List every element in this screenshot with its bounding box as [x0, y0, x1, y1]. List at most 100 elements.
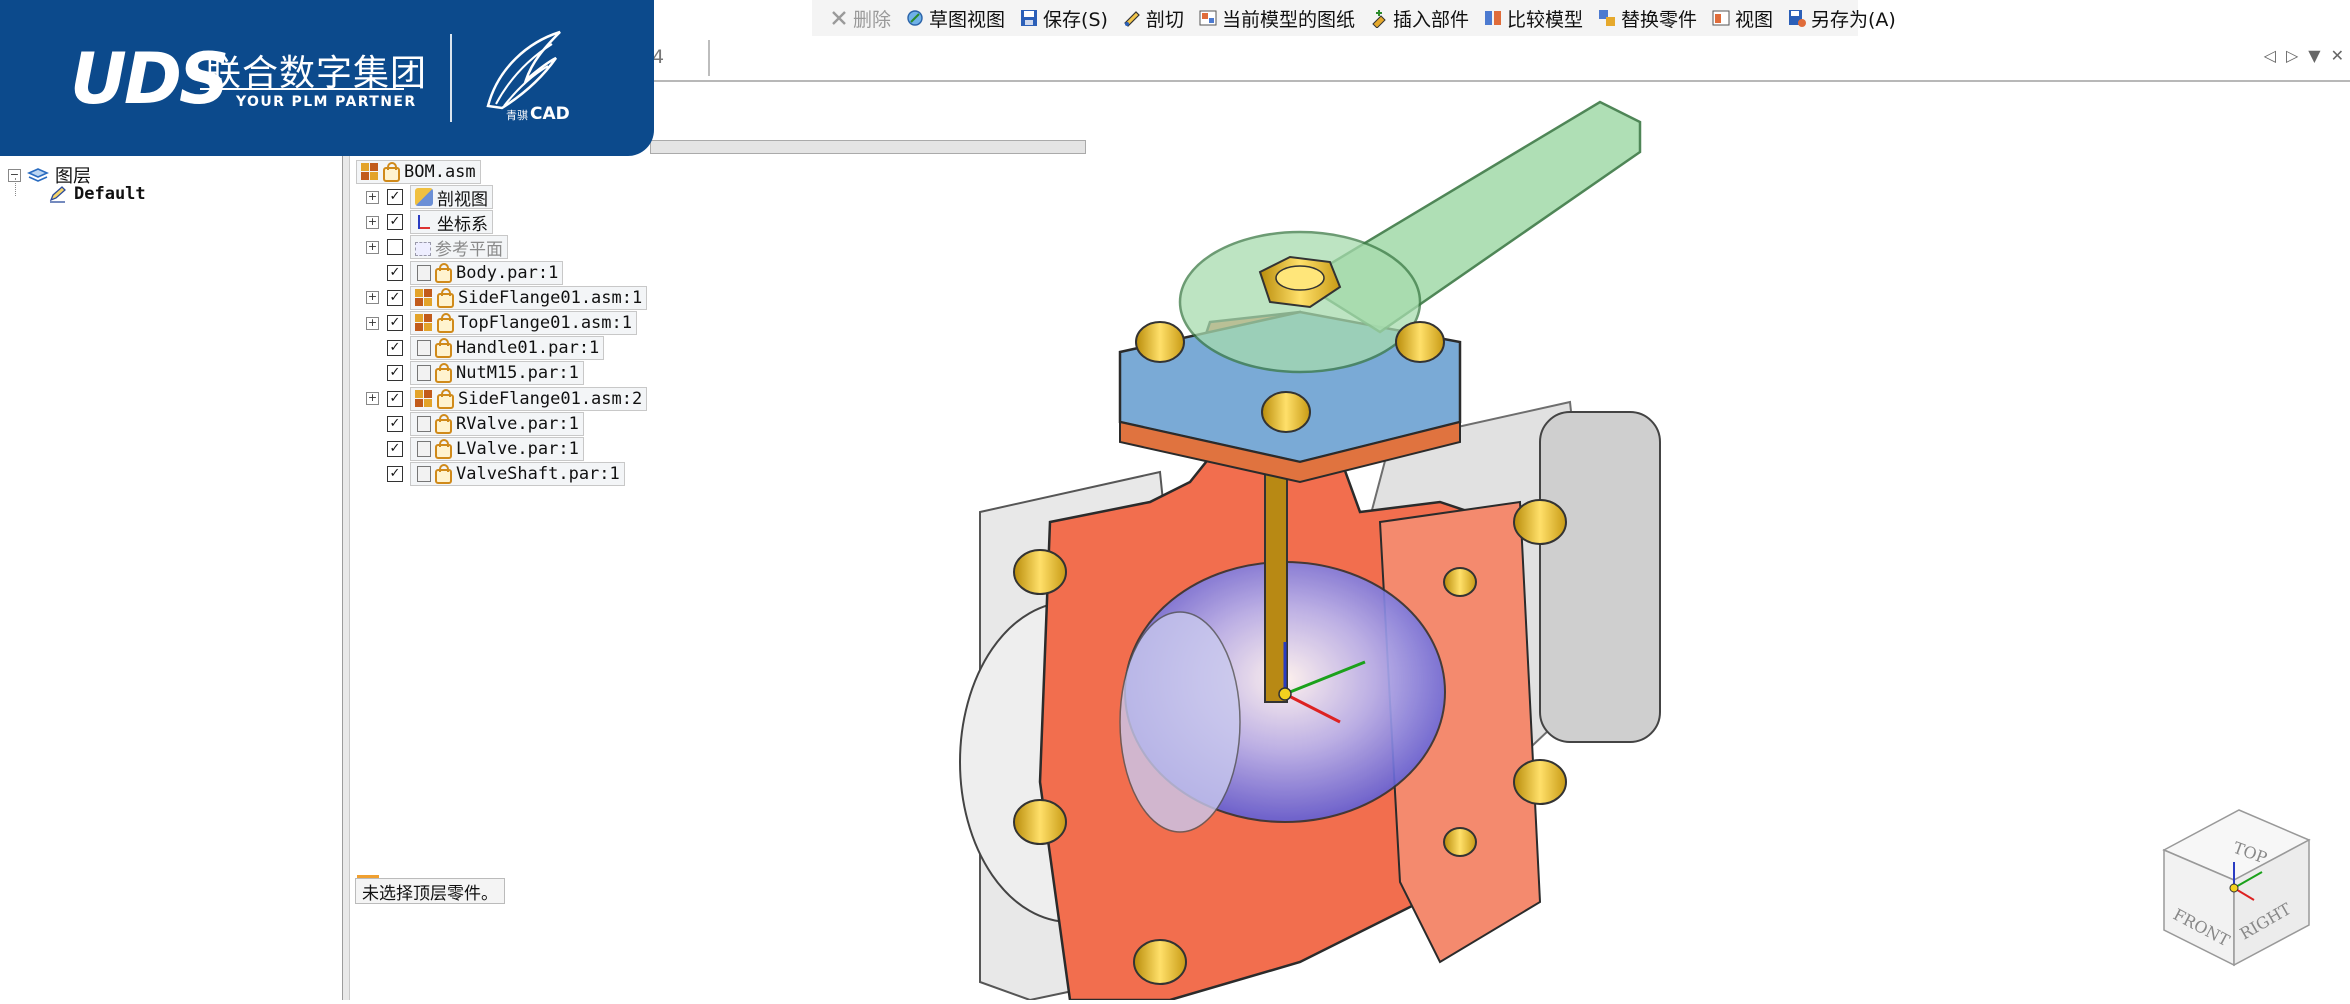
valve-model-render[interactable]: [740, 82, 2350, 1002]
visibility-checkbox[interactable]: ✓: [387, 466, 403, 483]
toolbar-button-2[interactable]: 保存(S): [1012, 3, 1115, 33]
panel-splitter[interactable]: [343, 156, 350, 1000]
tree-row[interactable]: + ✓ 剖视图: [350, 185, 493, 210]
toolbar-button-label: 视图: [1735, 8, 1774, 31]
visibility-checkbox[interactable]: ✓: [387, 189, 403, 205]
section-cut-icon: [1124, 11, 1140, 27]
tab-scroll-right-icon[interactable]: ▷: [2286, 46, 2298, 65]
tree-item-label: LValve.par:1: [456, 439, 579, 459]
toolbar-button-5[interactable]: 插入部件: [1362, 3, 1476, 33]
expand-icon[interactable]: +: [366, 291, 379, 305]
expand-icon[interactable]: +: [366, 316, 379, 330]
tree-row[interactable]: + ✓ 坐标系: [350, 210, 493, 235]
visibility-checkbox[interactable]: ✓: [387, 315, 403, 331]
tree-item-box[interactable]: NutM15.par:1: [410, 361, 584, 386]
tree-item-label: 参考平面: [435, 239, 503, 260]
tree-root-box[interactable]: BOM.asm: [356, 160, 481, 184]
visibility-checkbox[interactable]: ✓: [387, 264, 403, 281]
right-flange-shape: [1539, 411, 1661, 743]
drawing-icon: [1199, 10, 1217, 26]
tree-item-box[interactable]: Body.par:1: [410, 260, 564, 285]
lock-icon: [435, 262, 452, 283]
toolbar-button-6[interactable]: 比较模型: [1476, 3, 1590, 33]
toolbar-button-9[interactable]: 另存为(A): [1780, 3, 1903, 33]
tree-row[interactable]: ✓ Body.par:1: [350, 260, 564, 285]
toolbar-button-4[interactable]: 当前模型的图纸: [1191, 3, 1362, 33]
tree-row[interactable]: ✓ ValveShaft.par:1: [350, 462, 625, 487]
part-icon: [417, 466, 431, 483]
visibility-checkbox[interactable]: ✓: [387, 365, 403, 382]
tree-row[interactable]: ✓ RValve.par:1: [350, 411, 584, 436]
expand-icon[interactable]: +: [366, 392, 379, 406]
tree-item-box[interactable]: 参考平面: [410, 235, 508, 260]
lock-icon: [435, 338, 452, 359]
layer-item-default[interactable]: Default: [48, 184, 146, 204]
reference-plane-icon: [415, 241, 431, 256]
nut-top-shape: [1275, 265, 1325, 291]
toolbar-button-3[interactable]: 剖切: [1115, 3, 1191, 33]
toolbar-button-label: 草图视图: [929, 8, 1006, 31]
layers-stack-icon: [27, 168, 49, 182]
visibility-checkbox[interactable]: ✓: [387, 441, 403, 457]
tree-row[interactable]: + 参考平面: [350, 235, 508, 260]
tree-row[interactable]: + ✓ SideFlange01.asm:1: [350, 285, 648, 310]
banner-underline: [200, 88, 404, 90]
visibility-checkbox[interactable]: ✓: [387, 214, 403, 231]
visibility-checkbox[interactable]: ✓: [387, 340, 403, 357]
tree-item-box[interactable]: SideFlange01.asm:1: [410, 285, 648, 310]
ball-bore-shape: [1119, 611, 1241, 833]
visibility-checkbox[interactable]: ✓: [387, 289, 403, 306]
tree-item-label: 剖视图: [437, 189, 488, 210]
tree-item-box[interactable]: 剖视图: [410, 185, 493, 210]
lock-icon: [437, 287, 454, 308]
expand-icon[interactable]: +: [366, 240, 379, 254]
section-view-icon: [415, 188, 433, 206]
tree-row[interactable]: ✓ Handle01.par:1: [350, 336, 605, 361]
tree-item-label: Handle01.par:1: [456, 338, 600, 359]
assembly-icon: [361, 163, 379, 181]
tree-root-row[interactable]: BOM.asm: [350, 160, 481, 184]
toolbar-button-label: 保存(S): [1043, 8, 1108, 31]
visibility-checkbox[interactable]: ✓: [387, 415, 403, 432]
visibility-checkbox[interactable]: ✓: [387, 390, 403, 407]
toolbar-button-7[interactable]: 替换零件: [1590, 3, 1704, 33]
save-icon: [1021, 10, 1038, 26]
view-icon: [1712, 10, 1730, 26]
product-logo-text: 青骐 CAD: [506, 104, 570, 124]
close-document-icon[interactable]: ✕: [2331, 46, 2344, 65]
view-cube[interactable]: TOP FRONT RIGHT: [2144, 800, 2314, 970]
tree-item-box[interactable]: 坐标系: [410, 210, 493, 235]
toolbar-button-label: 剖切: [1145, 8, 1184, 31]
tree-item-box[interactable]: LValve.par:1: [410, 437, 584, 461]
tree-row[interactable]: + ✓ SideFlange01.asm:2: [350, 386, 648, 411]
tree-item-box[interactable]: RValve.par:1: [410, 411, 584, 436]
tree-item-box[interactable]: Handle01.par:1: [410, 336, 605, 361]
expand-icon[interactable]: +: [366, 190, 379, 204]
sketch-view-icon: [907, 10, 923, 26]
tab-list-dropdown-icon[interactable]: ▼: [2308, 46, 2320, 65]
toolbar-button-8[interactable]: 视图: [1704, 3, 1780, 33]
tree-item-box[interactable]: ValveShaft.par:1: [410, 462, 625, 487]
toolbar-button-1[interactable]: 草图视图: [898, 3, 1012, 33]
tree-item-box[interactable]: TopFlange01.asm:1: [410, 311, 637, 335]
toolbar-button-label: 插入部件: [1392, 8, 1469, 31]
tree-row[interactable]: + ✓ TopFlange01.asm:1: [350, 311, 637, 335]
expand-icon[interactable]: +: [366, 215, 379, 229]
visibility-checkbox[interactable]: [387, 239, 403, 256]
tree-row[interactable]: ✓ NutM15.par:1: [350, 361, 584, 386]
cube-origin: [2229, 883, 2239, 893]
brand-banner: UDS 联合数字集团 YOUR PLM PARTNER 青骐 CAD: [0, 0, 654, 156]
tree-row[interactable]: ✓ LValve.par:1: [350, 437, 584, 461]
tab-scroll-left-icon[interactable]: ◁: [2264, 46, 2276, 65]
3d-viewport[interactable]: TOP FRONT RIGHT: [740, 82, 2350, 1002]
tree-item-label: NutM15.par:1: [456, 363, 579, 384]
part-icon: [417, 365, 431, 382]
toolbar-button-label: 替换零件: [1620, 8, 1697, 31]
assembly-icon: [415, 288, 433, 307]
tree-item-box[interactable]: SideFlange01.asm:2: [410, 386, 648, 411]
lock-icon: [435, 464, 452, 485]
assembly-icon: [415, 389, 433, 408]
